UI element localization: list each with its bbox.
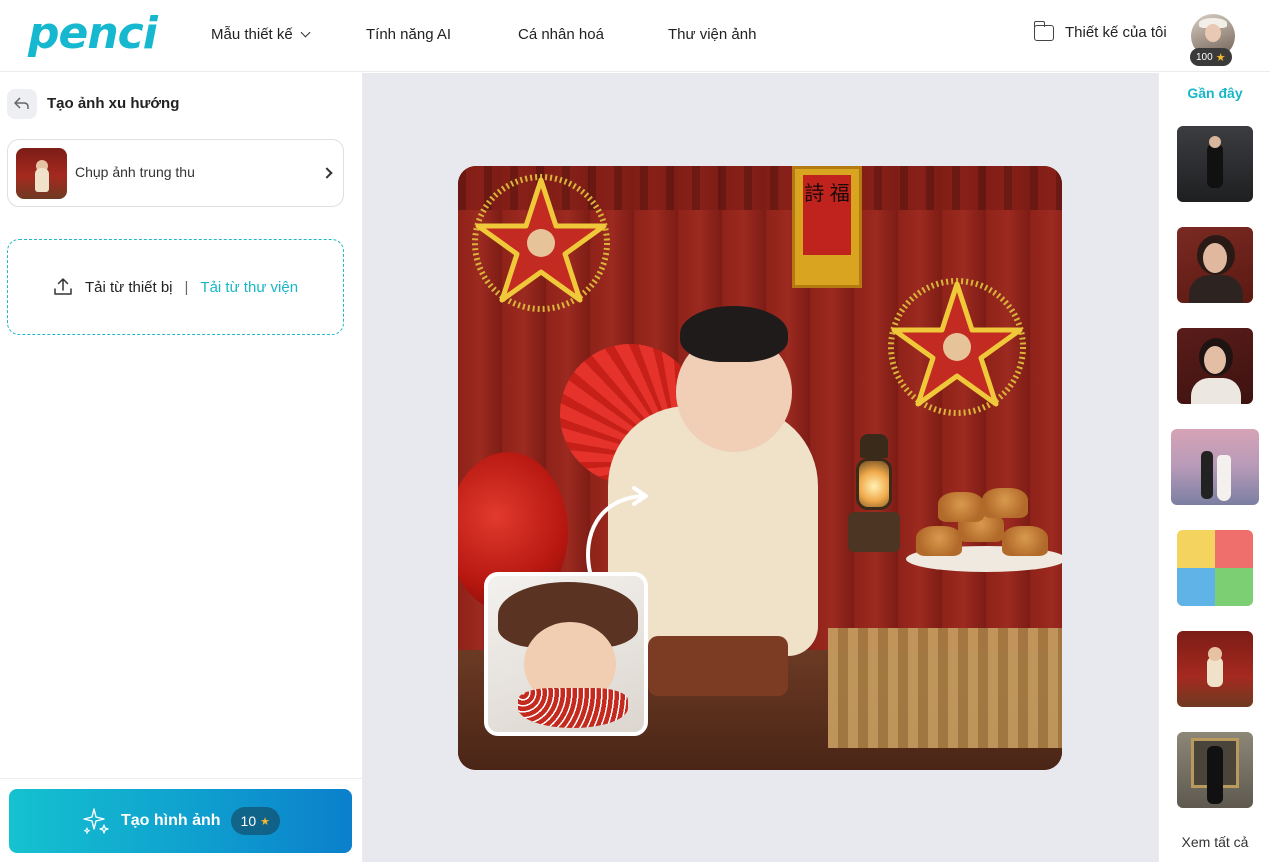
star-icon: ★	[260, 815, 270, 828]
recent-sidebar: Gần đây Xem tất cả	[1158, 73, 1270, 862]
lantern-base	[848, 512, 900, 552]
recent-thumb-elevator-fashion[interactable]	[1177, 126, 1253, 202]
credits-badge: 100 ★	[1190, 48, 1232, 66]
thumb-bride	[1217, 455, 1231, 501]
chevron-right-icon	[321, 167, 333, 179]
thumb-collage-cell	[1177, 568, 1215, 606]
lantern-top	[860, 434, 888, 458]
reply-arrow-icon	[14, 97, 29, 109]
star-lantern-right	[888, 278, 1026, 416]
template-card[interactable]: Chụp ảnh trung thu	[7, 139, 344, 207]
recent-thumb-gallery-frame[interactable]	[1177, 732, 1253, 808]
thumb-face	[1204, 346, 1226, 374]
source-photo-inset	[484, 572, 648, 736]
nav-item-label: Tính năng AI	[366, 26, 452, 43]
credits-count: 100	[1196, 51, 1213, 63]
panel-title: Tạo ảnh xu hướng	[47, 95, 180, 112]
upload-device-label: Tải từ thiết bị	[84, 278, 173, 296]
thumb-collage-cell	[1215, 530, 1253, 568]
folder-icon	[1033, 20, 1054, 41]
chevron-down-icon	[300, 27, 311, 38]
thumb-shirt	[1191, 378, 1241, 404]
recent-thumb-mid-autumn[interactable]	[1177, 631, 1253, 707]
thumb-figure	[1207, 144, 1223, 188]
upload-separator: |	[184, 278, 189, 296]
my-designs-label: Thiết kế của tôi	[1065, 24, 1167, 41]
canvas-area: 詩 福	[363, 73, 1158, 862]
nav-item-templates[interactable]: Mẫu thiết kế	[211, 26, 311, 43]
mooncake	[1002, 526, 1048, 556]
star-lantern-left	[472, 174, 610, 312]
generate-cost-badge: 10 ★	[230, 807, 280, 835]
template-thumbnail	[16, 148, 67, 199]
recent-title: Gần đây	[1187, 85, 1243, 101]
recent-thumb-portrait-dark[interactable]	[1177, 227, 1253, 303]
template-name: Chụp ảnh trung thu	[75, 164, 195, 180]
generate-footer: Tạo hình ảnh 10 ★	[0, 778, 362, 862]
sparkles-icon	[83, 808, 109, 834]
recent-thumb-portrait-red[interactable]	[1177, 328, 1253, 404]
my-designs-link[interactable]: Thiết kế của tôi	[1033, 20, 1167, 41]
top-bar: penci Mẫu thiết kế Tính năng AI Cá nhân …	[0, 0, 1270, 72]
curved-arrow-icon	[586, 486, 648, 574]
upload-from-device-button[interactable]: Tải từ thiết bị	[53, 277, 173, 297]
thumb-face	[1203, 243, 1227, 273]
thumb-child-head	[1208, 647, 1222, 661]
generate-cost: 10	[240, 813, 257, 829]
recent-thumb-couple-beach[interactable]	[1171, 429, 1259, 505]
oil-lantern	[844, 428, 904, 558]
back-button[interactable]	[7, 89, 37, 119]
star-icon: ★	[1215, 51, 1226, 64]
nav-item-photo-library[interactable]: Thư viện ảnh	[668, 26, 756, 43]
lantern-glass	[856, 458, 892, 510]
mooncake	[982, 488, 1028, 518]
mooncake	[916, 526, 962, 556]
generate-label: Tạo hình ảnh	[121, 812, 221, 829]
thumb-groom	[1201, 451, 1213, 499]
preview-image[interactable]: 詩 福	[458, 166, 1062, 770]
nav-item-label: Cá nhân hoá	[518, 26, 604, 43]
calligraphy-scroll: 詩 福	[792, 166, 862, 288]
thumb-child	[1207, 657, 1223, 687]
upload-dropzone[interactable]: Tải từ thiết bị | Tải từ thư viện	[7, 239, 344, 335]
nav-item-label: Thư viện ảnh	[668, 26, 757, 43]
child-khan-hat	[680, 306, 788, 362]
scroll-text: 詩 福	[803, 175, 851, 255]
upload-from-library-link[interactable]: Tải từ thư viện	[200, 279, 298, 296]
nav-item-personalize[interactable]: Cá nhân hoá	[518, 26, 604, 43]
penci-logo[interactable]: penci	[28, 8, 158, 59]
thumb-collage-cell	[1177, 530, 1215, 568]
left-panel: Tạo ảnh xu hướng Chụp ảnh trung thu Tải …	[0, 73, 363, 862]
mooncake	[938, 492, 984, 522]
child-pants	[648, 636, 788, 696]
thumb-figure-head	[1209, 136, 1221, 148]
thumb-child-body	[35, 168, 49, 192]
recent-thumb-baby-collage[interactable]	[1177, 530, 1253, 606]
bamboo-table	[828, 628, 1062, 748]
thumb-figure	[1207, 746, 1223, 804]
thumb-shoulders	[1189, 275, 1243, 303]
avatar-face	[1205, 24, 1221, 42]
nav-item-label: Mẫu thiết kế	[211, 26, 293, 43]
generate-image-button[interactable]: Tạo hình ảnh 10 ★	[9, 789, 352, 853]
see-all-link[interactable]: Xem tất cả	[1159, 834, 1270, 850]
nav-item-ai-features[interactable]: Tính năng AI	[366, 26, 451, 43]
thumb-collage-cell	[1215, 568, 1253, 606]
upload-icon	[54, 278, 72, 295]
inset-red-scarf	[518, 688, 628, 728]
